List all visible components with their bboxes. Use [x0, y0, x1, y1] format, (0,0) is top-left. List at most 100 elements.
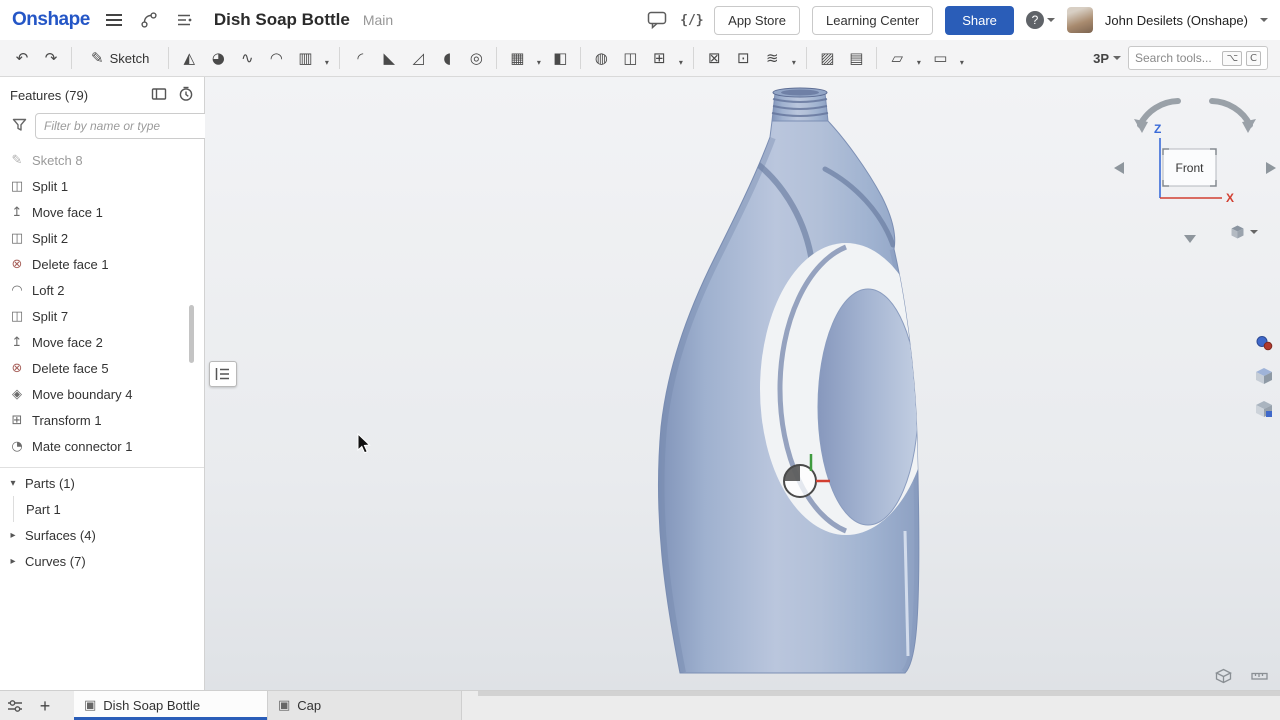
mirror-tool[interactable] — [546, 45, 574, 71]
display-states-panel-button[interactable] — [1251, 363, 1277, 389]
move-face-tool[interactable] — [729, 45, 757, 71]
feature-item[interactable]: Mate connector 1 — [0, 433, 204, 459]
sweep-tool[interactable] — [233, 45, 261, 71]
view-options-dropdown[interactable] — [1230, 224, 1258, 240]
delete-face-tool[interactable] — [700, 45, 728, 71]
surfaces-section-header[interactable]: ▸ Surfaces (4) — [0, 522, 204, 548]
custom-features-dropdown[interactable]: 3P — [1087, 45, 1127, 71]
feature-label: Transform 1 — [32, 413, 102, 428]
pattern-tools-dropdown[interactable] — [532, 45, 545, 71]
feature-item[interactable]: Move boundary 4 — [0, 381, 204, 407]
feature-item[interactable]: Delete face 5 — [0, 355, 204, 381]
document-properties-icon[interactable] — [173, 9, 195, 31]
feature-item[interactable]: Split 1 — [0, 173, 204, 199]
add-tab-button[interactable]: + — [30, 691, 60, 720]
curves-section-header[interactable]: ▸ Curves (7) — [0, 548, 204, 574]
tab-label: Cap — [297, 698, 321, 713]
loft-tool[interactable] — [262, 45, 290, 71]
user-menu-chevron-icon[interactable] — [1260, 18, 1268, 22]
handle-inner-surface[interactable] — [818, 289, 918, 525]
viewport-3d[interactable]: Z X Front — [205, 77, 1280, 690]
split-tool[interactable] — [616, 45, 644, 71]
part-studio-icon — [278, 698, 290, 713]
knit-tool[interactable] — [842, 45, 870, 71]
workspace-name[interactable]: Main — [363, 12, 393, 28]
frame-tools-dropdown[interactable] — [955, 45, 968, 71]
transform-tools-dropdown[interactable] — [674, 45, 687, 71]
features-panel: Features (79) Sketch 8 — [0, 77, 205, 690]
feature-item[interactable]: Split 7 — [0, 303, 204, 329]
shell-tool[interactable] — [433, 45, 461, 71]
sketch-tool[interactable]: Sketch — [82, 44, 158, 72]
transform-tool[interactable] — [645, 45, 673, 71]
help-menu[interactable]: ? — [1026, 11, 1055, 29]
share-button[interactable]: Share — [945, 6, 1014, 35]
manage-tabs-button[interactable] — [0, 691, 30, 720]
feature-filter-input[interactable] — [35, 113, 210, 139]
chevron-down-icon — [1113, 56, 1121, 60]
sheet-metal-dropdown[interactable] — [912, 45, 925, 71]
comments-button[interactable] — [646, 9, 668, 31]
history-icon[interactable] — [178, 86, 194, 105]
versions-history-icon[interactable] — [138, 9, 160, 31]
undo-button[interactable] — [8, 45, 36, 71]
feature-item[interactable]: Move face 1 — [0, 199, 204, 225]
toolbar-divider — [496, 47, 497, 69]
hole-tool[interactable] — [462, 45, 490, 71]
list-icon — [175, 11, 193, 29]
help-icon: ? — [1026, 11, 1044, 29]
surfaces-header-label: Surfaces (4) — [25, 528, 96, 543]
linear-pattern-tool[interactable] — [503, 45, 531, 71]
feature-item[interactable]: Transform 1 — [0, 407, 204, 433]
onshape-logo[interactable]: Onshape — [12, 9, 90, 31]
parts-header-label: Parts (1) — [25, 476, 75, 491]
revolve-tool[interactable] — [204, 45, 232, 71]
rotate-right-arc-icon[interactable] — [1212, 101, 1250, 125]
rollback-bar-handle[interactable] — [209, 361, 237, 387]
appearance-panel-button[interactable] — [1251, 330, 1277, 356]
part-item[interactable]: Part 1 — [0, 496, 204, 522]
learning-center-button[interactable]: Learning Center — [812, 6, 933, 35]
dock-panel-icon[interactable] — [151, 86, 167, 105]
custom-tables-panel-button[interactable] — [1251, 396, 1277, 422]
isometric-grid-icon[interactable] — [1215, 668, 1232, 684]
tabs-scrollbar[interactable] — [478, 691, 1280, 696]
sheet-metal-tools[interactable] — [883, 45, 911, 71]
feature-item[interactable]: Delete face 1 — [0, 251, 204, 277]
fillet-tool[interactable] — [346, 45, 374, 71]
featurescript-button[interactable]: {/} — [680, 9, 702, 31]
solid-tools-dropdown[interactable] — [320, 45, 333, 71]
scale-ruler-icon[interactable] — [1251, 668, 1268, 684]
thicken-tool[interactable] — [291, 45, 319, 71]
app-store-button[interactable]: App Store — [714, 6, 800, 35]
document-tab[interactable]: Cap — [268, 691, 462, 720]
search-tools-input[interactable] — [1135, 51, 1218, 65]
offset-surface-tool[interactable] — [758, 45, 786, 71]
redo-button[interactable] — [37, 45, 65, 71]
document-tab[interactable]: Dish Soap Bottle — [74, 691, 268, 720]
feature-type-icon — [9, 336, 25, 349]
feature-item[interactable]: Loft 2 — [0, 277, 204, 303]
extrude-tool[interactable] — [175, 45, 203, 71]
rotate-view-down-icon[interactable] — [1184, 235, 1196, 243]
user-avatar[interactable] — [1067, 7, 1093, 33]
frame-tools[interactable] — [926, 45, 954, 71]
chamfer-tool[interactable] — [375, 45, 403, 71]
rotate-view-left-icon[interactable] — [1114, 162, 1124, 174]
feature-item[interactable]: Move face 2 — [0, 329, 204, 355]
boolean-tool[interactable] — [587, 45, 615, 71]
parts-section-header[interactable]: ▾ Parts (1) — [0, 470, 204, 496]
mate-connector-marker[interactable] — [768, 449, 832, 513]
rotate-view-right-icon[interactable] — [1266, 162, 1276, 174]
filter-funnel-icon[interactable] — [12, 118, 27, 135]
rollback-lines-icon — [215, 367, 231, 381]
feature-list-scrollbar[interactable] — [189, 305, 194, 363]
main-menu-button[interactable] — [103, 9, 125, 31]
fill-surface-tool[interactable] — [813, 45, 841, 71]
bottle-opening-inner — [781, 90, 819, 96]
surface-tools-dropdown[interactable] — [787, 45, 800, 71]
user-name[interactable]: John Desilets (Onshape) — [1105, 13, 1248, 28]
feature-item[interactable]: Sketch 8 — [0, 147, 204, 173]
feature-item[interactable]: Split 2 — [0, 225, 204, 251]
draft-tool[interactable] — [404, 45, 432, 71]
